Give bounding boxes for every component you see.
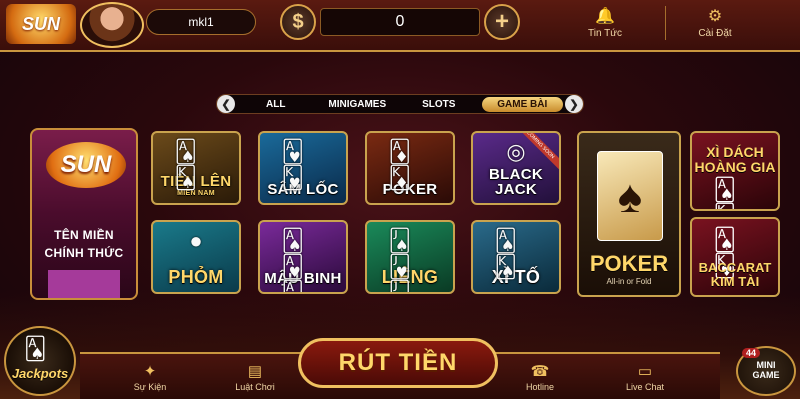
- gold-coin-icon: ●: [189, 228, 203, 253]
- hotline-button[interactable]: ☎ Hotline: [500, 356, 580, 398]
- promo-banner[interactable]: SUN TÊN MIỀN CHÍNH THỨC: [30, 128, 138, 300]
- cards-icon: 🂡🂮: [494, 228, 518, 279]
- settings-button[interactable]: ⚙ Cài Đặt: [670, 0, 760, 44]
- username-display[interactable]: mkl1: [146, 9, 256, 35]
- game-poker-small[interactable]: 🃁🃎 POKER: [365, 131, 455, 205]
- game-phom[interactable]: ● PHỎM: [151, 220, 241, 294]
- game-xi-dach-label: XÌ DÁCH HOÀNG GIA: [694, 144, 776, 175]
- avatar[interactable]: [80, 2, 144, 48]
- spade-card-icon: ♠: [597, 151, 663, 241]
- cards-icon: 🂡🂮: [713, 177, 737, 209]
- balance-value: 0: [320, 8, 480, 36]
- game-xi-to[interactable]: 🂡🂮 XÌ TỐ: [471, 220, 561, 294]
- game-lieng[interactable]: 🂫🂻🃋 LIÊNG: [365, 220, 455, 294]
- category-tabs: ❮ ALL MINIGAMES SLOTS GAME BÀI ❯: [216, 94, 584, 114]
- cards-icon: 🃁🃎: [388, 139, 412, 190]
- game-baccarat-label: BACCARAT KIM TÀI: [698, 260, 772, 289]
- cards-icon: 🂡🂮: [174, 139, 198, 190]
- jackpot-button[interactable]: 🂡 Jackpots: [0, 322, 80, 399]
- game-black-jack[interactable]: ◎ COMING SOON BLACK JACK: [471, 131, 561, 205]
- game-tien-len[interactable]: 🂡🂮 TIẾN LÊN MIỀN NAM: [151, 131, 241, 205]
- chat-bubble-icon: ▭: [637, 363, 653, 380]
- phone-icon: ☎: [530, 363, 550, 380]
- promo-domain-box: [48, 270, 120, 298]
- gear-icon: ⚙: [707, 7, 723, 25]
- currency-button[interactable]: $: [280, 4, 316, 40]
- events-label: Sự Kiện: [133, 382, 167, 392]
- promo-line-1: TÊN MIỀN: [54, 228, 114, 242]
- hotline-label: Hotline: [525, 382, 554, 392]
- game-baccarat-kim-tai[interactable]: 🂡🂾 BACCARAT KIM TÀI: [690, 217, 780, 297]
- withdraw-button[interactable]: RÚT TIỀN: [298, 338, 498, 388]
- tab-minigames[interactable]: MINIGAMES: [317, 99, 399, 110]
- sun-logo[interactable]: SUN: [6, 4, 76, 44]
- game-sam-loc[interactable]: 🂱🂾 SÂM LỐC: [258, 131, 348, 205]
- minigame-count-badge: 44: [742, 348, 761, 358]
- cards-icon: 🂡🂱🃁: [281, 228, 305, 294]
- news-label: Tin Tức: [588, 27, 622, 39]
- settings-label: Cài Đặt: [698, 27, 732, 39]
- top-divider: [665, 6, 666, 40]
- game-poker-all-in-label: POKER: [589, 251, 669, 276]
- minigame-label-2: GAME: [752, 370, 780, 380]
- game-phom-label: PHỎM: [168, 267, 224, 287]
- game-xi-dach-hoang-gia[interactable]: XÌ DÁCH HOÀNG GIA 🂡🂮: [690, 131, 780, 211]
- game-mau-binh[interactable]: 🂡🂱🃁 MẬU BINH: [258, 220, 348, 294]
- tab-game-bai[interactable]: GAME BÀI: [481, 96, 563, 112]
- bell-icon: 🔔: [595, 7, 615, 25]
- chip-icon: ◎: [506, 139, 526, 164]
- party-popper-icon: ✦: [143, 363, 157, 380]
- cards-icon: 🂫🂻🃋: [388, 228, 412, 294]
- cards-icon: 🂡: [24, 336, 47, 361]
- tab-slots[interactable]: SLOTS: [398, 99, 480, 110]
- tabs-prev-arrow-icon[interactable]: ❮: [217, 95, 235, 113]
- book-icon: ▤: [247, 363, 263, 380]
- game-poker-all-in-sublabel: All-in or Fold: [606, 277, 652, 286]
- add-funds-button[interactable]: +: [484, 4, 520, 40]
- rules-label: Luật Chơi: [235, 382, 275, 392]
- live-chat-label: Live Chat: [625, 382, 665, 392]
- cards-icon: 🂱🂾: [281, 139, 305, 190]
- tab-all[interactable]: ALL: [235, 99, 317, 110]
- live-chat-button[interactable]: ▭ Live Chat: [605, 356, 685, 398]
- game-black-jack-label: BLACK JACK: [489, 166, 543, 198]
- news-button[interactable]: 🔔 Tin Tức: [560, 0, 650, 44]
- game-poker-all-in[interactable]: ♠ POKER All-in or Fold: [577, 131, 681, 297]
- tabs-next-arrow-icon[interactable]: ❯: [565, 95, 583, 113]
- promo-line-2: CHÍNH THỨC: [44, 246, 124, 260]
- rules-button[interactable]: ▤ Luật Chơi: [215, 356, 295, 398]
- jackpot-label: Jackpots: [11, 366, 69, 381]
- balance-area: $ 0 +: [280, 4, 520, 40]
- events-button[interactable]: ✦ Sự Kiện: [110, 356, 190, 398]
- top-bar: SUN mkl1 $ 0 + 🔔 Tin Tức ⚙ Cài Đặt: [0, 0, 800, 52]
- promo-logo: SUN: [46, 142, 126, 188]
